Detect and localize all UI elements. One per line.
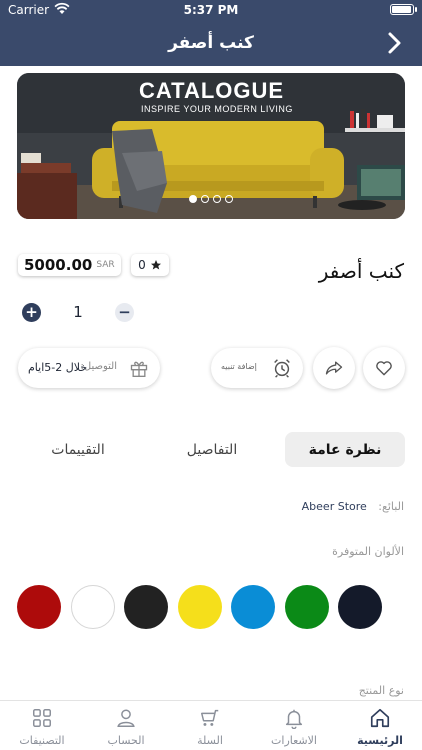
seller-row: البائع: Abeer Store (302, 500, 404, 513)
banner-subtitle: INSPIRE YOUR MODERN LIVING (141, 104, 293, 114)
quantity-decrease-button[interactable]: − (115, 303, 134, 322)
battery-icon (390, 4, 414, 15)
color-swatch[interactable] (70, 585, 115, 629)
delivery-value: خلال 2-5ايام (28, 361, 88, 374)
delivery-info: التوصيل: خلال 2-5ايام (18, 348, 160, 388)
color-swatch[interactable] (177, 585, 222, 629)
tabbar-home[interactable]: الرئيسية (338, 701, 422, 750)
price-box: 5000.00 SAR (18, 254, 121, 276)
color-swatch[interactable] (17, 585, 61, 629)
tabbar-home-label: الرئيسية (357, 734, 403, 747)
bottom-tab-bar: التصنيفات الحساب السلة الاشعارات الرئيسي… (0, 700, 422, 750)
chevron-right-icon[interactable] (380, 29, 408, 57)
home-icon (370, 708, 390, 728)
carousel-dot[interactable] (189, 195, 197, 203)
heart-icon (376, 361, 392, 376)
tabbar-account-label: الحساب (107, 734, 145, 747)
status-bar: Carrier 5:37 PM (0, 0, 422, 20)
nav-bar: كنب أصفر (0, 20, 422, 66)
alarm-clock-icon (274, 359, 290, 378)
share-icon (325, 361, 343, 375)
grid-icon (33, 709, 51, 727)
tabbar-cart-label: السلة (197, 734, 223, 747)
minus-icon: − (118, 303, 131, 321)
page-title: كنب أصفر (168, 33, 254, 53)
product-tabs: نظرة عامة التفاصيل التقييمات (18, 432, 405, 467)
add-alert-button[interactable]: إضافة تنبيه (211, 348, 303, 388)
tabbar-notifications[interactable]: الاشعارات (252, 701, 336, 750)
favorite-button[interactable] (363, 347, 405, 389)
color-swatch[interactable] (124, 585, 168, 629)
carousel-dot[interactable] (213, 195, 221, 203)
tab-overview[interactable]: نظرة عامة (285, 432, 405, 467)
rating-value: 0 (138, 258, 146, 272)
quantity-increase-button[interactable]: + (22, 303, 41, 322)
color-swatch[interactable] (338, 585, 382, 629)
tabbar-categories-label: التصنيفات (19, 734, 65, 747)
carousel-dot[interactable] (225, 195, 233, 203)
carousel-dots (189, 195, 233, 203)
tab-reviews[interactable]: التقييمات (18, 432, 138, 467)
colors-title: الألوان المتوفرة (332, 545, 404, 558)
share-button[interactable] (313, 347, 355, 389)
cart-icon (201, 709, 219, 726)
banner-title: CATALOGUE (139, 78, 285, 103)
user-icon (117, 709, 135, 727)
carousel-dot[interactable] (201, 195, 209, 203)
tabbar-cart[interactable]: السلة (168, 701, 252, 750)
color-swatch[interactable] (284, 585, 329, 629)
status-time: 5:37 PM (183, 3, 239, 17)
price-amount: 5000.00 (24, 256, 93, 274)
add-alert-label: إضافة تنبيه (221, 362, 257, 371)
tab-details[interactable]: التفاصيل (152, 432, 272, 467)
rating-badge: 0 (131, 254, 169, 276)
battery-tip (415, 7, 417, 12)
price-currency: SAR (96, 260, 115, 270)
bell-icon (285, 709, 303, 729)
seller-label: البائع: (378, 500, 404, 513)
gift-icon (130, 361, 148, 377)
product-name: كنب أصفر (318, 259, 404, 283)
seller-value[interactable]: Abeer Store (302, 500, 367, 513)
tabbar-notifications-label: الاشعارات (271, 734, 317, 747)
tabbar-categories[interactable]: التصنيفات (0, 701, 84, 750)
color-swatch[interactable] (231, 585, 275, 629)
product-type-label: نوع المنتج (358, 684, 404, 697)
banner-carousel[interactable]: CATALOGUE INSPIRE YOUR MODERN LIVING (17, 73, 405, 219)
star-icon (150, 260, 161, 270)
plus-icon: + (25, 303, 38, 321)
tabbar-account[interactable]: الحساب (84, 701, 168, 750)
quantity-value: 1 (73, 303, 83, 321)
